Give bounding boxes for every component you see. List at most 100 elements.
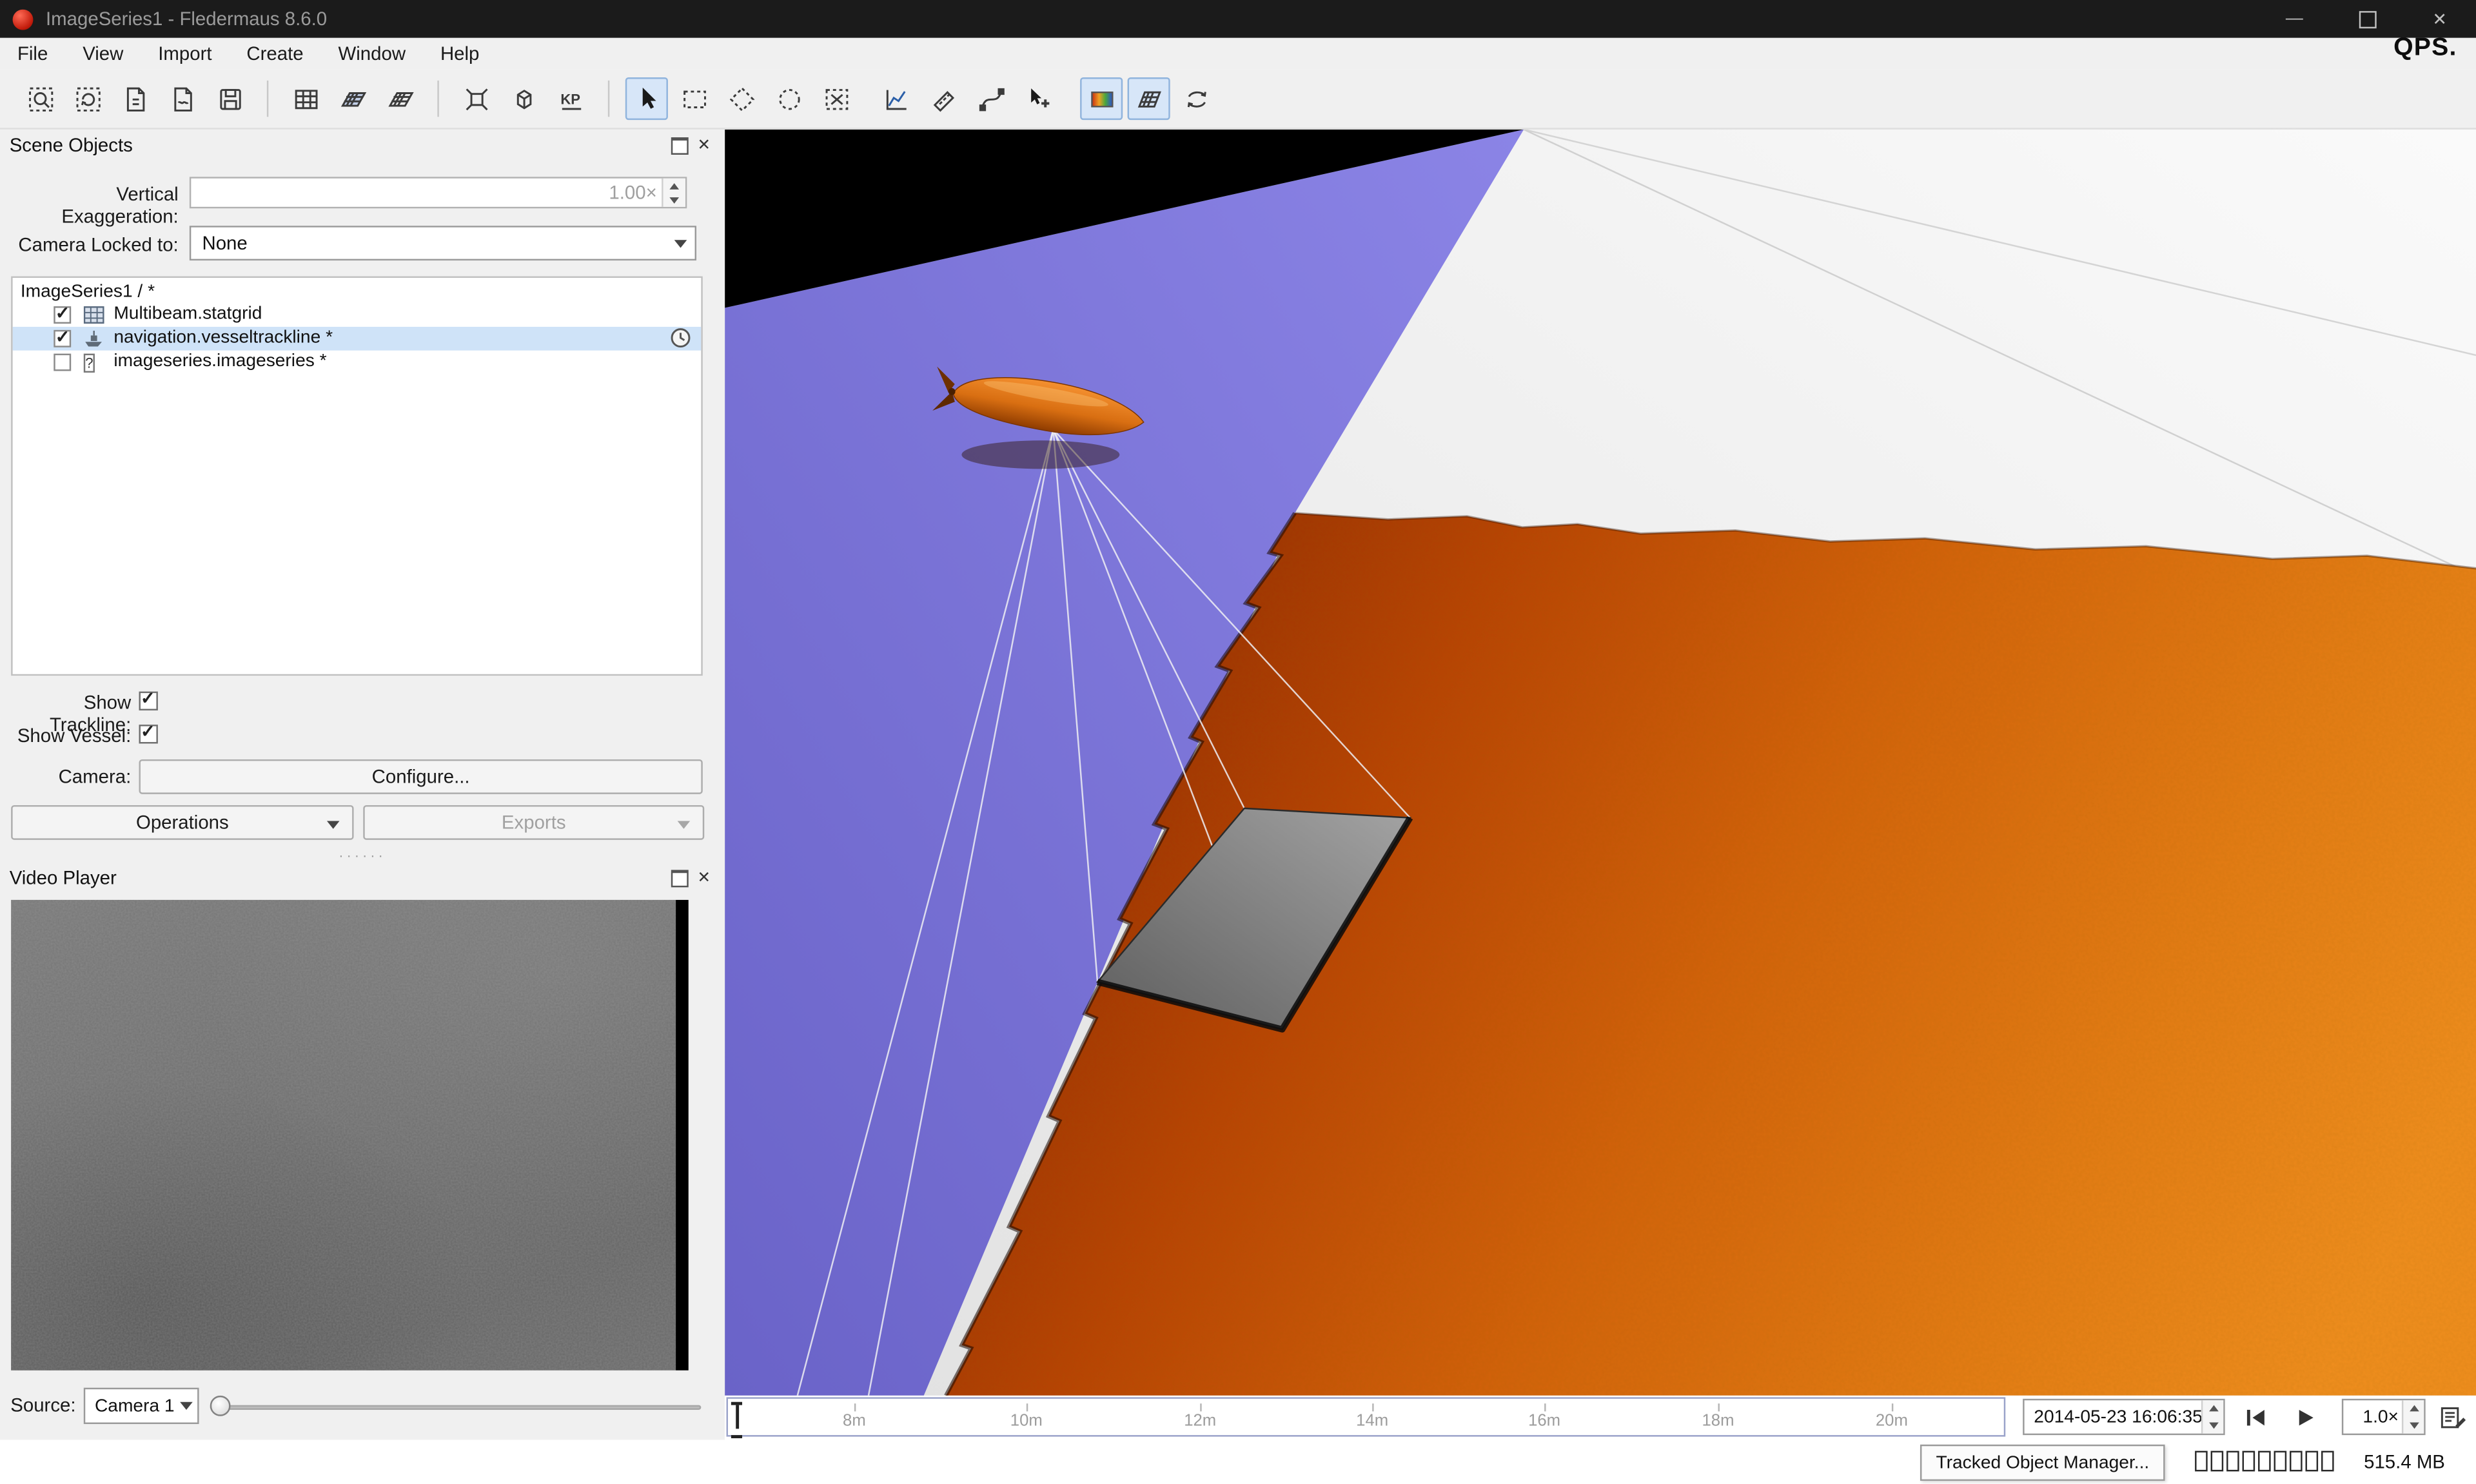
save-icon[interactable]: [208, 77, 251, 120]
tracked-object-manager-icon[interactable]: [2437, 1399, 2471, 1435]
vertical-exaggeration-spinner[interactable]: [662, 179, 685, 207]
timeline-track[interactable]: 8m 10m 12m 14m 16m 18m 20m: [727, 1397, 2006, 1436]
tree-item-label: imageseries.imageseries *: [113, 351, 326, 375]
speed-spinner[interactable]: [2402, 1400, 2424, 1433]
tree-row[interactable]: ? imageseries.imageseries *: [13, 351, 702, 375]
exports-button-label: Exports: [502, 812, 566, 834]
tracked-object-manager-tooltip[interactable]: Tracked Object Manager...: [1920, 1445, 2165, 1481]
tree-row-selected[interactable]: navigation.vesseltrackline *: [13, 327, 702, 351]
chevron-down-icon: [674, 239, 687, 247]
slider-track[interactable]: [210, 1405, 702, 1410]
tick-label: 16m: [1528, 1411, 1560, 1430]
title-bar: ImageSeries1 - Fledermaus 8.6.0 — ✕: [0, 0, 2476, 38]
maximize-button[interactable]: [2331, 0, 2404, 38]
zoom-extents-icon[interactable]: [19, 77, 61, 120]
playback-speed-field[interactable]: 1.0×: [2342, 1399, 2426, 1435]
play-button[interactable]: [2285, 1399, 2326, 1435]
wireframe-surface-icon[interactable]: [379, 77, 422, 120]
add-point-icon[interactable]: [1017, 77, 1059, 120]
video-frame: [11, 900, 689, 1371]
colormap-icon[interactable]: [1080, 77, 1123, 120]
playback-speed-value: 1.0×: [2343, 1400, 2399, 1433]
close-button[interactable]: ✕: [2403, 0, 2476, 38]
lasso-select-icon[interactable]: [767, 77, 810, 120]
svg-text:KP: KP: [560, 90, 580, 106]
app-icon: [13, 8, 34, 29]
shaded-surface-icon[interactable]: [331, 77, 374, 120]
menu-create[interactable]: Create: [229, 38, 320, 70]
select-cursor-icon[interactable]: [625, 77, 668, 120]
float-panel-icon[interactable]: [671, 870, 688, 887]
maximize-icon: [2359, 10, 2376, 28]
video-black-strip: [676, 900, 689, 1371]
camera-locked-combo[interactable]: None: [190, 226, 696, 260]
slider-handle[interactable]: [210, 1396, 231, 1416]
operations-button-label: Operations: [136, 812, 229, 834]
imageseries-checkbox[interactable]: [54, 354, 71, 371]
camera-locked-label: Camera Locked to:: [0, 233, 179, 255]
menu-window[interactable]: Window: [321, 38, 423, 70]
tick-label: 20m: [1876, 1411, 1908, 1430]
chevron-down-icon: [327, 821, 340, 828]
window-title: ImageSeries1 - Fledermaus 8.6.0: [46, 0, 327, 38]
status-bar: Tracked Object Manager... 515.4 MB: [0, 1440, 2476, 1484]
tree-row[interactable]: Multibeam.statgrid: [13, 303, 702, 327]
close-panel-icon[interactable]: ✕: [697, 871, 711, 886]
orbit-icon[interactable]: [1175, 77, 1217, 120]
panel-splitter[interactable]: [0, 848, 725, 863]
trackline-checkbox[interactable]: [54, 330, 71, 347]
video-source-combo[interactable]: Camera 1: [84, 1388, 199, 1424]
grid-display-icon[interactable]: [1128, 77, 1170, 120]
timeline-row: 8m 10m 12m 14m 16m 18m 20m 2014-05-23 16…: [725, 1396, 2476, 1440]
application-window: ImageSeries1 - Fledermaus 8.6.0 — ✕ File…: [0, 0, 2476, 1484]
show-vessel-checkbox[interactable]: [139, 725, 158, 743]
configure-button-label: Configure...: [372, 766, 470, 788]
export-document-icon[interactable]: [161, 77, 204, 120]
timeline-playhead[interactable]: [731, 1402, 742, 1438]
menu-file[interactable]: File: [0, 38, 65, 70]
menu-view[interactable]: View: [65, 38, 141, 70]
vertical-exaggeration-input[interactable]: 1.00×: [190, 177, 687, 208]
tree-item-label: Multibeam.statgrid: [113, 303, 262, 327]
operations-button[interactable]: Operations: [11, 805, 353, 840]
tick-label: 18m: [1702, 1411, 1734, 1430]
scene-objects-title: Scene Objects: [10, 134, 133, 156]
exports-button[interactable]: Exports: [363, 805, 704, 840]
show-trackline-checkbox[interactable]: [139, 692, 158, 710]
skip-to-start-button[interactable]: [2236, 1399, 2277, 1435]
scene-3d-viewport[interactable]: [725, 130, 2476, 1396]
grid-surface-icon: [84, 305, 104, 326]
configure-button[interactable]: Configure...: [139, 759, 703, 794]
georeference-icon[interactable]: [455, 77, 497, 120]
profile-icon[interactable]: [875, 77, 918, 120]
video-position-slider[interactable]: [210, 1388, 702, 1424]
float-panel-icon[interactable]: [671, 137, 688, 155]
import-document-icon[interactable]: [113, 77, 156, 120]
vertical-exaggeration-value: 1.00×: [609, 179, 656, 207]
imageseries-icon: ?: [84, 352, 104, 373]
multibeam-checkbox[interactable]: [54, 306, 71, 324]
refresh-view-icon[interactable]: [66, 77, 109, 120]
measure-icon[interactable]: [922, 77, 965, 120]
scene-objects-tree[interactable]: ImageSeries1 / * Multibeam.statgrid navi…: [11, 277, 703, 676]
cube-select-icon[interactable]: [502, 77, 545, 120]
tick-label: 14m: [1356, 1411, 1388, 1430]
close-panel-icon[interactable]: ✕: [697, 138, 711, 153]
camera-label: Camera:: [0, 766, 131, 788]
datetime-field[interactable]: 2014-05-23 16:06:35: [2023, 1399, 2225, 1435]
rect-select-icon[interactable]: [673, 77, 715, 120]
minimize-button[interactable]: —: [2258, 0, 2331, 38]
vessel-shadow: [961, 440, 1119, 469]
menu-help[interactable]: Help: [423, 38, 496, 70]
toolbar-separator: [267, 81, 268, 117]
menu-import[interactable]: Import: [141, 38, 229, 70]
datetime-spinner[interactable]: [2201, 1400, 2223, 1433]
left-panel: Scene Objects ✕ Vertical Exaggeration: 1…: [0, 130, 725, 1440]
polygon-select-icon[interactable]: [720, 77, 763, 120]
clear-selection-icon[interactable]: [815, 77, 858, 120]
video-player-title: Video Player: [10, 866, 117, 888]
tree-root-row[interactable]: ImageSeries1 / *: [13, 281, 702, 305]
kp-range-icon[interactable]: KP: [549, 77, 592, 120]
table-view-icon[interactable]: [284, 77, 327, 120]
spline-icon[interactable]: [970, 77, 1012, 120]
